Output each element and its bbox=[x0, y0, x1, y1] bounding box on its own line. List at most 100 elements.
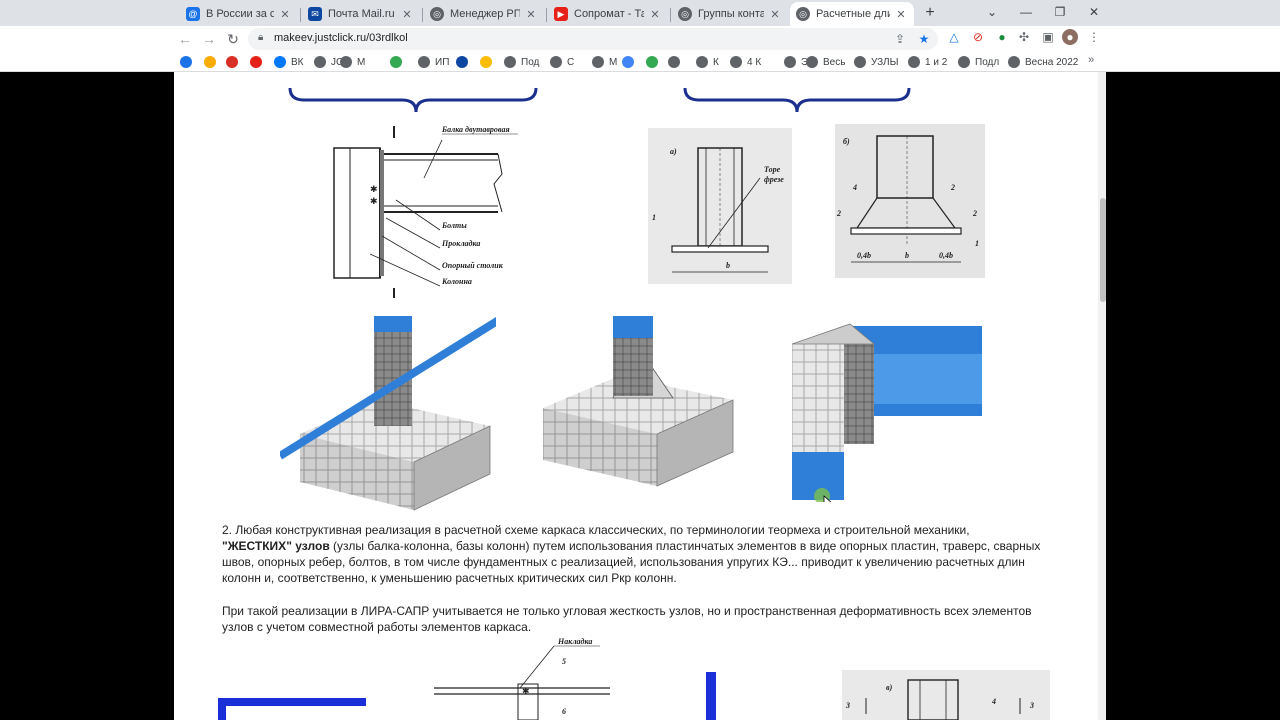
minimize-button[interactable]: — bbox=[1010, 2, 1042, 22]
bookmark-favicon-icon bbox=[806, 56, 818, 68]
menu-icon[interactable]: ⋮ bbox=[1086, 29, 1102, 45]
close-icon[interactable]: ✕ bbox=[648, 8, 662, 21]
bookmark-label: ВК bbox=[291, 56, 304, 68]
close-icon[interactable]: ✕ bbox=[400, 8, 414, 21]
label-1: 1 bbox=[652, 213, 656, 222]
bookmark-favicon-icon bbox=[340, 56, 352, 68]
bookmark-favicon-icon bbox=[456, 56, 468, 68]
close-icon[interactable]: ✕ bbox=[278, 8, 292, 21]
tab-title: Менеджер РПД bbox=[450, 8, 520, 20]
bookmark-favicon-icon bbox=[908, 56, 920, 68]
bookmark-item[interactable] bbox=[480, 54, 497, 70]
bookmark-item[interactable] bbox=[390, 54, 407, 70]
bookmark-item[interactable] bbox=[456, 54, 473, 70]
extension-triangle-icon[interactable]: △ bbox=[946, 29, 962, 45]
globe-icon: ◎ bbox=[678, 7, 692, 21]
tab-rpd[interactable]: ◎ Менеджер РПД ✕ bbox=[424, 2, 544, 26]
mail-envelope-icon: ✉ bbox=[308, 7, 322, 21]
bookmark-item[interactable]: JC bbox=[314, 54, 343, 70]
tab-title: Группы контактов bbox=[698, 8, 764, 20]
label-2-left: 2 bbox=[836, 209, 841, 218]
label-support: Опорный столик bbox=[442, 261, 504, 270]
label-4-v: 4 bbox=[991, 697, 996, 706]
bookmark-favicon-icon bbox=[784, 56, 796, 68]
column-base-drawing-b: б) 4 2 2 2 1 0,4b b 0,4b bbox=[835, 124, 985, 278]
bookmark-item[interactable] bbox=[204, 54, 221, 70]
bookmark-item[interactable] bbox=[250, 54, 267, 70]
bookmark-item[interactable] bbox=[646, 54, 663, 70]
close-icon[interactable]: ✕ bbox=[768, 8, 782, 21]
column-base-drawing-a: а) Торе фрезе 1 b bbox=[648, 128, 792, 284]
bookmark-label: ИП bbox=[435, 56, 450, 68]
bookmark-favicon-icon bbox=[480, 56, 492, 68]
reload-button[interactable]: ↻ bbox=[224, 30, 242, 48]
bookmark-favicon-icon bbox=[204, 56, 216, 68]
tab-contacts[interactable]: ◎ Группы контактов ✕ bbox=[672, 2, 788, 26]
svg-text:✱: ✱ bbox=[370, 184, 378, 194]
bookmark-item[interactable]: Весь bbox=[806, 54, 845, 70]
label-2-right: 2 bbox=[972, 209, 977, 218]
bookmarks-overflow-icon[interactable]: » bbox=[1088, 54, 1094, 66]
bookmark-item[interactable]: 1 и 2 bbox=[908, 54, 947, 70]
restore-button[interactable]: ❐ bbox=[1044, 2, 1076, 22]
tab-sopromat[interactable]: ▶ Сопромат - Тайны ✕ bbox=[548, 2, 668, 26]
bookmark-item[interactable]: Под bbox=[504, 54, 539, 70]
bookmark-item[interactable]: ИП bbox=[418, 54, 449, 70]
bookmark-item[interactable]: Подл bbox=[958, 54, 999, 70]
tab-mail[interactable]: ✉ Почта Mail.ru ✕ bbox=[302, 2, 420, 26]
scrollbar[interactable] bbox=[1098, 72, 1106, 720]
bookmark-label: М bbox=[357, 56, 366, 68]
bookmark-favicon-icon bbox=[504, 56, 516, 68]
label-1-b: 1 bbox=[975, 239, 979, 248]
bookmark-item[interactable] bbox=[226, 54, 243, 70]
scrollbar-thumb[interactable] bbox=[1100, 198, 1106, 302]
bookmark-item[interactable]: М bbox=[340, 54, 365, 70]
bookmark-favicon-icon bbox=[958, 56, 970, 68]
bookmark-item[interactable]: ВК bbox=[274, 54, 304, 70]
paragraph-text: 2. Любая конструктивная реализация в рас… bbox=[222, 523, 970, 537]
share-icon[interactable]: ⇪ bbox=[892, 31, 908, 47]
label-b-dim: b bbox=[905, 251, 909, 260]
bookmark-item[interactable] bbox=[668, 54, 685, 70]
extension-green-icon[interactable]: ● bbox=[994, 29, 1010, 45]
beam-column-drawing: ✱ ✱ Балка двутавровая Болты Прокладка Оп… bbox=[333, 125, 518, 298]
bookmark-item[interactable] bbox=[622, 54, 639, 70]
puzzle-icon[interactable]: ✣ bbox=[1016, 29, 1032, 45]
close-window-button[interactable]: ✕ bbox=[1078, 2, 1110, 22]
bookmark-item[interactable]: К bbox=[696, 54, 719, 70]
bookmark-item[interactable]: УЗЛЫ bbox=[854, 54, 898, 70]
bookmark-item[interactable]: 4 К bbox=[730, 54, 761, 70]
bookmark-favicon-icon bbox=[390, 56, 402, 68]
forward-button[interactable]: → bbox=[200, 30, 218, 48]
new-tab-button[interactable]: + bbox=[920, 4, 940, 22]
tab-active-lengths[interactable]: ◎ Расчетные длины ✕ bbox=[790, 2, 914, 26]
bookmark-label: 4 К bbox=[747, 56, 762, 68]
extension-block-icon[interactable]: ⊘ bbox=[970, 29, 986, 45]
bookmark-favicon-icon bbox=[1008, 56, 1020, 68]
bookmark-label: 1 и 2 bbox=[925, 56, 948, 68]
bookmark-favicon-icon bbox=[550, 56, 562, 68]
paragraph-rigid-joints: 2. Любая конструктивная реализация в рас… bbox=[222, 522, 1062, 586]
bookmark-item[interactable]: С bbox=[550, 54, 574, 70]
tab-news[interactable]: @ В России за сутки ✕ bbox=[180, 2, 298, 26]
avatar[interactable]: ● bbox=[1062, 29, 1078, 45]
tab-title: Расчетные длины bbox=[816, 8, 890, 20]
toolbar: ← → ↻ 🔒︎ makeev.justclick.ru/03rdlkol ⇪ … bbox=[0, 26, 1280, 51]
label-04b-right: 0,4b bbox=[939, 251, 953, 260]
back-button[interactable]: ← bbox=[176, 30, 194, 48]
bookmark-item[interactable]: Весна 2022 bbox=[1008, 54, 1078, 70]
sidepanel-icon[interactable]: ▣ bbox=[1040, 29, 1056, 45]
bookmark-favicon-icon bbox=[668, 56, 680, 68]
close-icon[interactable]: ✕ bbox=[894, 8, 908, 21]
label-v: в) bbox=[886, 683, 893, 692]
bookmark-item[interactable]: Э bbox=[784, 54, 808, 70]
label-b-section: б) bbox=[843, 137, 850, 146]
tab-search-icon[interactable]: ⌄ bbox=[976, 2, 1008, 22]
bookmark-item[interactable] bbox=[180, 54, 197, 70]
bookmark-favicon-icon bbox=[314, 56, 326, 68]
bookmark-item[interactable]: М bbox=[592, 54, 617, 70]
blue-frame-fragment bbox=[218, 698, 366, 720]
address-bar[interactable]: 🔒︎ makeev.justclick.ru/03rdlkol ⇪ ★ bbox=[248, 28, 938, 50]
star-icon[interactable]: ★ bbox=[916, 31, 932, 47]
close-icon[interactable]: ✕ bbox=[524, 8, 538, 21]
